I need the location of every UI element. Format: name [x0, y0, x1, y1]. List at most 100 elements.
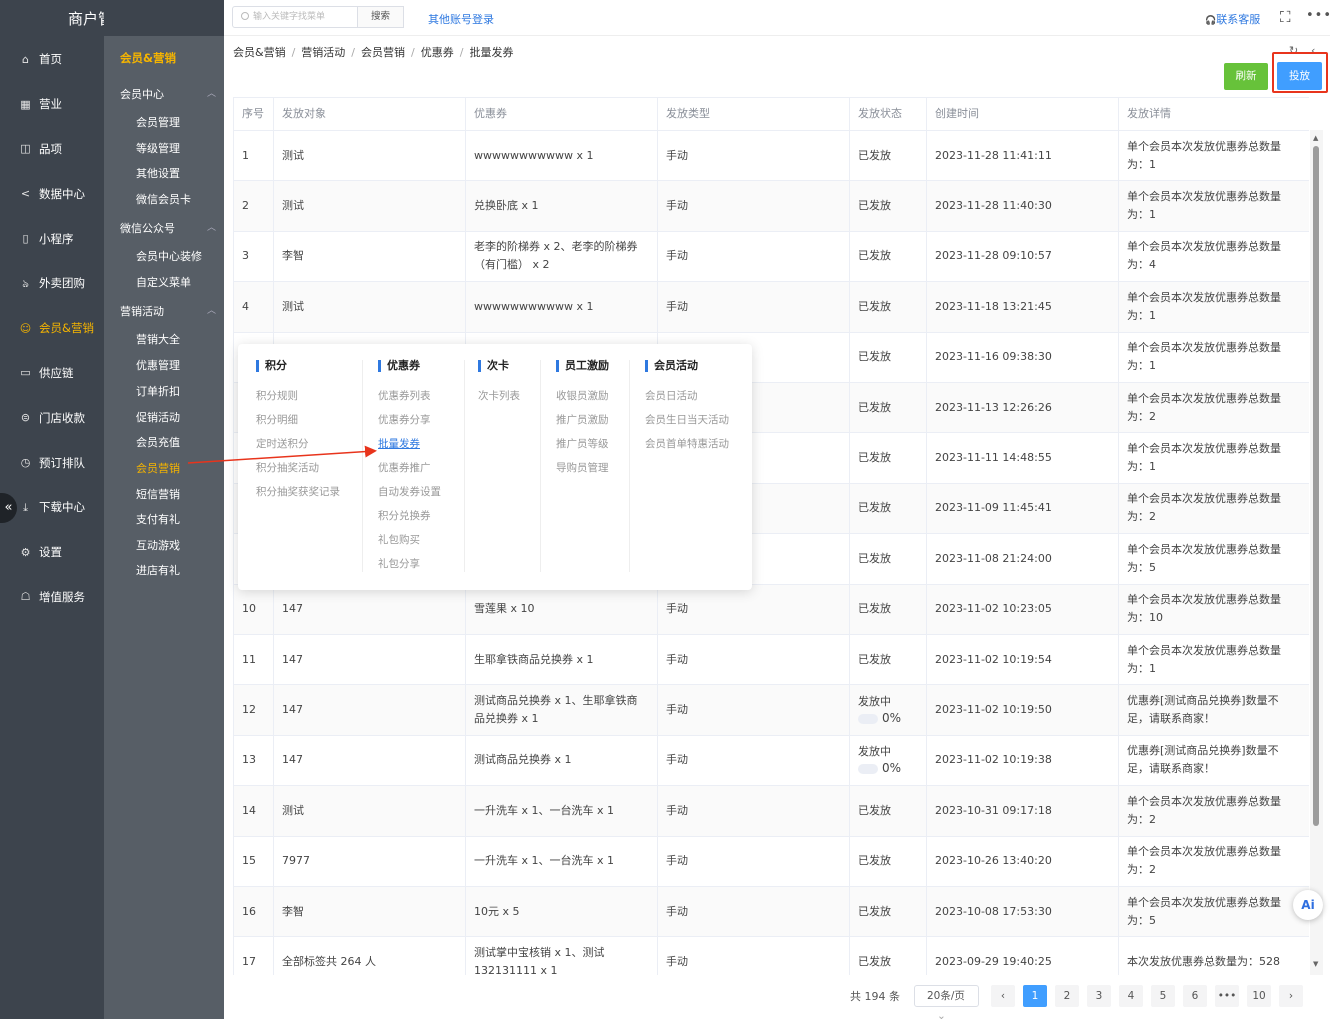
popup-link[interactable]: 优惠券列表 — [378, 384, 441, 408]
popup-link[interactable]: 积分明细 — [256, 408, 340, 432]
main-nav-item[interactable]: ▯ 小程序 — [0, 216, 104, 261]
table-cell: 测试 — [274, 131, 466, 181]
sub-nav-item[interactable]: 支付有礼 — [136, 511, 180, 527]
page-size-select[interactable]: 20条/页⌄ — [914, 985, 979, 1019]
page-button[interactable]: 2 — [1055, 985, 1079, 1007]
sub-nav-group[interactable]: 微信公众号 ︿ — [120, 220, 216, 236]
table-cell: 17 — [234, 937, 274, 975]
table-cell: 手动 — [658, 735, 850, 786]
main-nav-item[interactable]: ◫ 品项 — [0, 127, 104, 172]
table-cell: 1 — [234, 131, 274, 181]
scroll-up-icon[interactable]: ▲ — [1313, 134, 1318, 142]
scroll-down-icon[interactable]: ▼ — [1313, 960, 1318, 968]
main-nav-item[interactable]: ▦ 营业 — [0, 82, 104, 127]
scrollbar-thumb[interactable] — [1313, 146, 1319, 826]
sub-nav-item[interactable]: 进店有礼 — [136, 562, 180, 578]
table-cell: 已发放 — [850, 483, 927, 534]
sub-nav-item[interactable]: 营销大全 — [136, 331, 180, 347]
cell-text: 2023-09-29 19:40:25 — [935, 955, 1052, 969]
popup-link[interactable]: 推广员激励 — [556, 408, 609, 432]
popup-link[interactable]: 会员首单特惠活动 — [645, 432, 729, 456]
page-button[interactable]: 6 — [1183, 985, 1207, 1007]
popup-link[interactable]: 礼包购买 — [378, 528, 441, 552]
popup-link[interactable]: 推广员等级 — [556, 432, 609, 456]
popup-link[interactable]: 定时送积分 — [256, 432, 340, 456]
phone-icon: ▯ — [22, 232, 29, 246]
main-nav-item[interactable]: ▭ 供应链 — [0, 351, 104, 396]
sub-nav-item[interactable]: 促销活动 — [136, 409, 180, 425]
page-button[interactable]: 5 — [1151, 985, 1175, 1007]
sub-nav-item[interactable]: 会员中心装修 — [136, 248, 202, 264]
main-nav-item[interactable]: ☖ 增值服务 — [0, 575, 104, 620]
table-cell: 2023-11-02 10:19:54 — [927, 635, 1119, 685]
sub-nav-item[interactable]: 其他设置 — [136, 165, 180, 181]
popup-link[interactable]: 礼包分享 — [378, 552, 441, 576]
popup-link[interactable]: 次卡列表 — [478, 384, 520, 408]
breadcrumb-item[interactable]: 会员营销 — [361, 46, 405, 59]
main-nav-item[interactable]: ☺ 会员&营销 — [0, 306, 104, 351]
sub-nav-item[interactable]: 优惠管理 — [136, 357, 180, 373]
fullscreen-icon[interactable]: ⛶ — [1280, 8, 1291, 26]
cell-text: 16 — [242, 904, 256, 918]
table-cell: 2023-11-02 10:19:38 — [927, 735, 1119, 786]
table-cell: 手动 — [658, 887, 850, 937]
sub-nav-item[interactable]: 会员管理 — [136, 114, 180, 130]
popup-link[interactable]: 收银员激励 — [556, 384, 609, 408]
prev-page-button[interactable]: ‹ — [991, 985, 1015, 1007]
sub-nav-item[interactable]: 会员营销 — [136, 460, 180, 476]
main-nav-item[interactable]: ⚙ 设置 — [0, 530, 104, 575]
popup-link[interactable]: 会员生日当天活动 — [645, 408, 729, 432]
search-button[interactable]: 搜索 — [357, 6, 404, 28]
page-button[interactable]: 4 — [1119, 985, 1143, 1007]
sub-nav-item[interactable]: 短信营销 — [136, 486, 180, 502]
table-cell: 老李的阶梯券 x 2、老李的阶梯券（有门槛） x 2 — [466, 231, 658, 282]
sub-nav-item[interactable]: 会员充值 — [136, 434, 180, 450]
popup-link[interactable]: 优惠券推广 — [378, 456, 441, 480]
refresh-button[interactable]: 刷新 — [1224, 63, 1268, 90]
page-button[interactable]: ••• — [1215, 985, 1239, 1007]
main-nav-item[interactable]: ঌ 外卖团购 — [0, 261, 104, 306]
contact-support-link[interactable]: 🎧联系客服 — [1205, 11, 1260, 27]
cell-text: wwwwwwwwwww x 1 — [474, 299, 594, 313]
popup-link[interactable]: 导购员管理 — [556, 456, 609, 480]
popup-link[interactable]: 会员日活动 — [645, 384, 729, 408]
cell-text: 手动 — [666, 803, 688, 817]
main-nav-item[interactable]: ⌂ 首页 — [0, 37, 104, 82]
sub-nav-item[interactable]: 互动游戏 — [136, 537, 180, 553]
status-text: 发放中 — [858, 744, 891, 758]
table-cell: 单个会员本次发放优惠券总数量为：4 — [1119, 232, 1309, 281]
chevron-up-icon: ︿ — [206, 89, 216, 99]
page-button[interactable]: 1 — [1023, 985, 1047, 1007]
popup-link[interactable]: 批量发券 — [378, 432, 441, 456]
table-cell: 2023-11-11 14:48:55 — [927, 433, 1119, 483]
sub-nav-item[interactable]: 等级管理 — [136, 140, 180, 156]
more-icon[interactable]: ••• — [1306, 8, 1330, 23]
popup-link[interactable]: 自动发券设置 — [378, 480, 441, 504]
popup-link[interactable]: 积分抽奖活动 — [256, 456, 340, 480]
popup-link[interactable]: 积分兑换券 — [378, 504, 441, 528]
next-page-button[interactable]: › — [1279, 985, 1303, 1007]
main-nav-label: 品项 — [39, 141, 62, 156]
sub-nav-group[interactable]: 营销活动 ︿ — [120, 303, 216, 319]
table-header-row: 序号 发放对象 优惠券 发放类型 发放状态 创建时间 发放详情 — [234, 98, 1309, 131]
page-button[interactable]: 3 — [1087, 985, 1111, 1007]
popup-link[interactable]: 优惠券分享 — [378, 408, 441, 432]
breadcrumb-item[interactable]: 会员&营销 — [233, 46, 286, 59]
sub-nav-item[interactable]: 订单折扣 — [136, 383, 180, 399]
sub-nav-group[interactable]: 会员中心 ︿ — [120, 86, 216, 102]
popup-link[interactable]: 积分抽奖获奖记录 — [256, 480, 340, 504]
table-scrollbar[interactable]: ▲ ▼ — [1310, 130, 1323, 975]
ai-assistant-button[interactable]: Ai — [1293, 890, 1323, 920]
breadcrumb-item[interactable]: 优惠券 — [421, 46, 454, 59]
menu-search-input[interactable]: 输入关键字找菜单 — [232, 6, 358, 28]
popup-link[interactable]: 积分规则 — [256, 384, 340, 408]
main-nav-item[interactable]: ◷ 预订排队 — [0, 440, 104, 485]
main-nav-item[interactable]: < 数据中心 — [0, 171, 104, 216]
table-cell: 手动 — [658, 181, 850, 231]
sub-nav-item[interactable]: 微信会员卡 — [136, 191, 191, 207]
sub-nav-item[interactable]: 自定义菜单 — [136, 274, 191, 290]
other-account-login-link[interactable]: 其他账号登录 — [428, 11, 494, 27]
breadcrumb-item[interactable]: 营销活动 — [301, 46, 345, 59]
main-nav-item[interactable]: ⊜ 门店收款 — [0, 395, 104, 440]
page-button[interactable]: 10 — [1247, 985, 1271, 1007]
